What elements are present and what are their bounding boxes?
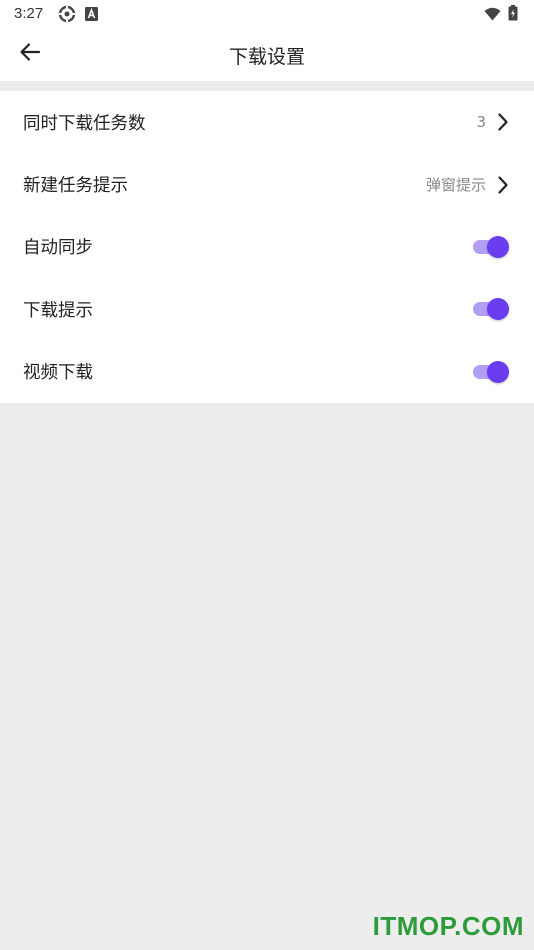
- auto-sync-toggle[interactable]: [471, 235, 511, 259]
- section-divider: [0, 81, 534, 91]
- settings-gear-icon: [58, 5, 76, 27]
- setting-auto-sync: 自动同步: [0, 216, 534, 278]
- settings-list: 同时下载任务数 3 新建任务提示 弹窗提示 自动同步 下载提示 视频下载: [0, 91, 534, 403]
- status-time: 3:27: [14, 5, 44, 22]
- setting-label: 同时下载任务数: [23, 113, 146, 134]
- app-bar: 下载设置: [0, 28, 534, 81]
- toggle-thumb: [487, 360, 509, 383]
- setting-value: 3: [476, 113, 486, 132]
- battery-icon: [508, 5, 518, 25]
- setting-new-task-prompt[interactable]: 新建任务提示 弹窗提示: [0, 153, 534, 215]
- setting-download-notice: 下载提示: [0, 278, 534, 340]
- setting-video-download: 视频下载: [0, 341, 534, 403]
- toggle-thumb: [487, 235, 509, 258]
- page-title: 下载设置: [228, 46, 305, 68]
- setting-label: 自动同步: [23, 238, 93, 259]
- watermark: ITMOP.COM: [372, 911, 524, 941]
- video-download-toggle[interactable]: [471, 360, 511, 384]
- chevron-right-icon: [496, 174, 510, 196]
- setting-label: 下载提示: [23, 300, 93, 321]
- setting-label: 新建任务提示: [23, 176, 128, 197]
- setting-value: 弹窗提示: [425, 176, 486, 195]
- setting-concurrent-downloads[interactable]: 同时下载任务数 3: [0, 91, 534, 153]
- setting-label: 视频下载: [23, 363, 93, 384]
- chevron-right-icon: [496, 111, 510, 133]
- status-bar: 3:27: [0, 0, 534, 28]
- download-notice-toggle[interactable]: [471, 297, 511, 321]
- toggle-thumb: [487, 298, 509, 321]
- wifi-icon: [484, 6, 501, 25]
- a-badge-icon: [85, 6, 98, 25]
